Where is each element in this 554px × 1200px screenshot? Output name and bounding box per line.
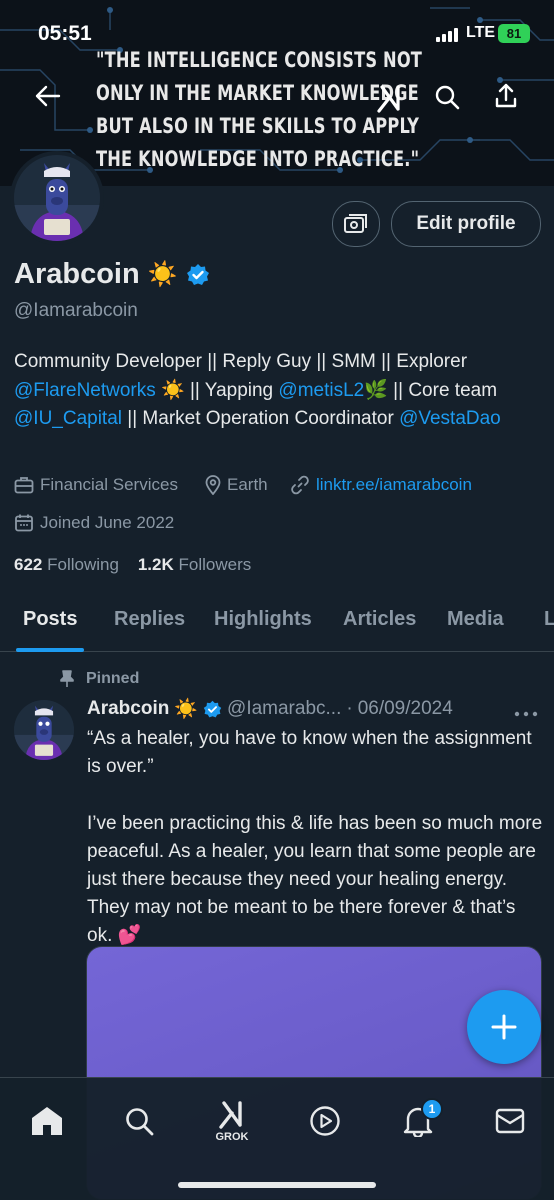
mention-iu-capital[interactable]: @IU_Capital: [14, 408, 122, 429]
mail-icon: [495, 1108, 525, 1134]
battery-indicator: 81: [498, 24, 530, 43]
llama-avatar-image: [14, 155, 100, 241]
tab-articles[interactable]: Articles: [343, 608, 416, 631]
profile-handle: @Iamarabcoin: [14, 300, 138, 321]
nav-grok[interactable]: GROK: [207, 1096, 257, 1146]
profile-avatar[interactable]: [10, 151, 104, 245]
post-author-handle: @Iamarabc...: [227, 698, 342, 719]
llama-avatar-image: [14, 700, 74, 760]
more-dots-icon: [514, 711, 538, 717]
mention-flarenetworks[interactable]: @FlareNetworks: [14, 380, 156, 401]
tab-replies[interactable]: Replies: [114, 608, 185, 631]
signal-icon: [436, 28, 458, 42]
pin-icon: [60, 670, 74, 687]
profile-category: Financial Services: [14, 475, 178, 495]
mention-vestadao[interactable]: @VestaDao: [399, 408, 501, 429]
leaf-emoji: 🌿: [364, 379, 388, 401]
search-icon: [435, 85, 460, 110]
post-body: “As a healer, you have to know when the …: [87, 728, 543, 947]
separator-dot: ·: [346, 698, 353, 719]
joined-text: Joined June 2022: [40, 513, 175, 532]
post-date[interactable]: 06/09/2024: [358, 698, 453, 720]
tab-likes[interactable]: L: [544, 608, 554, 631]
following-count: 622: [14, 555, 43, 574]
back-button[interactable]: [28, 76, 68, 116]
status-bar: 05:51 LTE 81: [0, 18, 554, 52]
sun-emoji: ☀️: [161, 379, 185, 401]
bio-text: || Core team: [387, 379, 498, 401]
network-label: LTE: [466, 24, 496, 41]
nav-notifications[interactable]: 1: [393, 1096, 443, 1146]
profile-name-text: Arabcoin: [14, 258, 140, 290]
location-text: Earth: [227, 475, 268, 494]
search-button[interactable]: [427, 77, 467, 117]
sun-emoji: ☀️: [174, 699, 199, 720]
status-time: 05:51: [38, 22, 92, 45]
tab-posts[interactable]: Posts: [23, 608, 77, 631]
profile-name: Arabcoin ☀️: [14, 258, 210, 291]
verified-badge-icon: [203, 700, 222, 717]
profile-website[interactable]: linktr.ee/iamarabcoin: [290, 475, 472, 495]
nav-search[interactable]: [114, 1096, 164, 1146]
share-button[interactable]: [486, 76, 526, 116]
calendar-icon: [15, 514, 33, 532]
profile-tabs: Posts Replies Highlights Articles Media …: [0, 596, 554, 652]
home-icon: [32, 1107, 62, 1135]
post-author-name[interactable]: Arabcoin: [87, 698, 169, 720]
tab-highlights[interactable]: Highlights: [214, 608, 312, 631]
compose-button[interactable]: [467, 990, 541, 1064]
back-arrow-icon: [35, 85, 61, 107]
sun-emoji: ☀️: [147, 261, 178, 288]
notification-badge: 1: [421, 1098, 443, 1120]
share-icon: [495, 83, 517, 108]
location-pin-icon: [205, 475, 221, 495]
bio-text: || Yapping: [184, 379, 279, 401]
payments-button[interactable]: [332, 201, 380, 247]
website-link[interactable]: linktr.ee/iamarabcoin: [316, 475, 472, 495]
nav-video[interactable]: [300, 1096, 350, 1146]
search-icon: [126, 1108, 154, 1136]
pinned-label: Pinned: [60, 670, 139, 688]
money-icon: [344, 214, 367, 233]
post-avatar[interactable]: [14, 700, 74, 760]
edit-profile-button[interactable]: Edit profile: [391, 201, 541, 247]
more-options-button[interactable]: [514, 700, 538, 723]
profile-location: Earth: [205, 475, 268, 495]
follow-stats: 622 Following 1.2K Followers: [14, 555, 251, 575]
grok-icon: [219, 1101, 242, 1129]
nav-home[interactable]: [22, 1096, 72, 1146]
home-indicator: [178, 1182, 376, 1188]
profile-bio: Community Developer || Reply Guy || SMM …: [14, 348, 544, 434]
grok-button[interactable]: [370, 78, 410, 118]
plus-icon: [491, 1014, 517, 1040]
link-icon: [291, 475, 309, 495]
briefcase-icon: [14, 477, 34, 494]
category-text: Financial Services: [40, 475, 178, 494]
followers-label: Followers: [178, 555, 252, 574]
verified-badge-icon[interactable]: [186, 263, 210, 287]
grok-label: GROK: [215, 1131, 249, 1143]
post-header: Arabcoin ☀️ @Iamarabc... · 06/09/2024: [87, 697, 453, 721]
bio-text: Community Developer || Reply Guy || SMM …: [14, 351, 468, 372]
active-tab-indicator: [16, 648, 84, 652]
nav-messages[interactable]: [485, 1096, 535, 1146]
play-circle-icon: [310, 1106, 340, 1136]
followers-count: 1.2K: [137, 555, 174, 574]
profile-joined: Joined June 2022: [14, 513, 174, 533]
tab-media[interactable]: Media: [447, 608, 504, 631]
following-link[interactable]: 622 Following: [14, 555, 119, 574]
followers-link[interactable]: 1.2K Followers: [138, 555, 251, 574]
pinned-text: Pinned: [86, 670, 140, 687]
grok-icon: [377, 85, 400, 113]
mention-metisl2[interactable]: @metisL2: [278, 380, 364, 401]
following-label: Following: [47, 555, 119, 574]
bio-text: || Market Operation Coordinator: [122, 408, 394, 429]
